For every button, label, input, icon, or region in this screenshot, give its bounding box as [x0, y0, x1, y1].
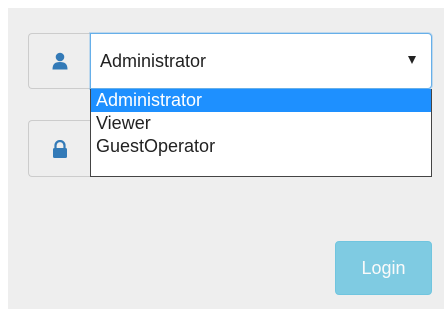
role-dropdown-list: Administrator Viewer GuestOperator: [90, 89, 432, 177]
role-option-guestoperator[interactable]: GuestOperator: [91, 135, 431, 158]
lock-icon: [52, 139, 68, 158]
login-button[interactable]: Login: [335, 241, 432, 295]
chevron-down-icon: [408, 56, 416, 64]
role-option-viewer[interactable]: Viewer: [91, 112, 431, 135]
role-select-value: Administrator: [100, 50, 207, 71]
role-select[interactable]: Administrator: [90, 33, 432, 89]
lock-addon: [28, 120, 90, 177]
user-addon: [28, 33, 90, 89]
user-icon: [52, 52, 68, 70]
role-option-administrator[interactable]: Administrator: [91, 89, 431, 112]
